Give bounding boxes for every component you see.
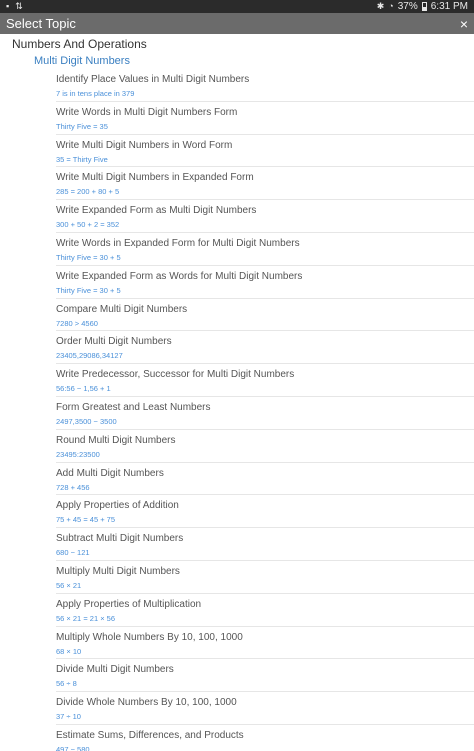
topic-example: 56 × 21 = 21 × 56 xyxy=(56,613,116,623)
topic-example: 2497,3500 − 3500 xyxy=(56,416,117,426)
topic-title: Apply Properties of Multiplication xyxy=(56,598,202,610)
topic-title: Form Greatest and Least Numbers xyxy=(56,401,211,413)
topic-title: Subtract Multi Digit Numbers xyxy=(56,533,184,545)
topic-example: Thirty Five = 35 xyxy=(56,121,108,131)
topic-title: Multiply Multi Digit Numbers xyxy=(56,565,180,577)
topic-item[interactable]: Form Greatest and Least Numbers 2497,3500… xyxy=(56,397,474,430)
topic-example: 75 + 45 = 45 + 75 xyxy=(56,515,116,525)
topic-example: 7 is in tens place in 379 xyxy=(56,89,135,98)
dialog-title: Select Topic xyxy=(6,16,76,31)
status-time: 6:31 PM xyxy=(430,1,468,12)
topic-example: 56 × 21 xyxy=(56,580,82,590)
topic-example: 56 ÷ 8 xyxy=(56,679,77,689)
topic-item[interactable]: Round Multi Digit Numbers 23495:23500 xyxy=(56,430,474,463)
bluetooth-icon: ✱ xyxy=(376,1,385,11)
topic-title: Identify Place Values in Multi Digit Num… xyxy=(56,74,250,85)
topic-title: Write Multi Digit Numbers in Expanded Fo… xyxy=(56,172,254,184)
topic-item[interactable]: Subtract Multi Digit Numbers 680 − 121 xyxy=(56,528,474,561)
topic-example: 23495:23500 xyxy=(56,449,100,459)
topic-item[interactable]: Multiply Whole Numbers By 10, 100, 1000 6… xyxy=(56,627,474,660)
topic-item[interactable]: Apply Properties of Addition 75 + 45 = 45… xyxy=(56,495,474,529)
category-item[interactable]: Numbers And Operations xyxy=(0,36,474,53)
topic-title: Write Words in Multi Digit Numbers Form xyxy=(56,106,238,118)
topic-title: Write Multi Digit Numbers in Word Form xyxy=(56,139,233,151)
topic-item[interactable]: Write Words in Multi Digit Numbers Form T… xyxy=(56,102,474,135)
topic-item[interactable]: Compare Multi Digit Numbers 7280 > 4560 xyxy=(56,299,474,332)
topic-item[interactable]: Order Multi Digit Numbers 23405,29086,341… xyxy=(56,331,474,365)
topic-list[interactable]: Numbers And Operations Multi Digit Numbe… xyxy=(0,34,474,751)
topic-title: Compare Multi Digit Numbers xyxy=(56,303,188,315)
status-bar: ▪ ⇅ ✱ ◔ 37% 6:31 PM xyxy=(0,0,474,13)
topic-title: Write Expanded Form as Multi Digit Numbe… xyxy=(56,205,257,217)
topic-example: 68 × 10 xyxy=(56,646,82,656)
subcategory-item[interactable]: Multi Digit Numbers xyxy=(0,53,474,69)
topic-title: Write Predecessor, Successor for Multi D… xyxy=(56,369,295,381)
topic-item[interactable]: Divide Whole Numbers By 10, 100, 1000 37 … xyxy=(56,692,474,725)
select-topic-dialog: Select Topic × Numbers And Operations Mu… xyxy=(0,13,474,751)
topic-item[interactable]: Write Expanded Form as Words for Multi D… xyxy=(56,266,474,299)
topic-title: Estimate Sums, Differences, and Products xyxy=(56,729,244,741)
battery-icon xyxy=(421,2,427,11)
topic-example: 680 − 121 xyxy=(56,548,90,558)
topic-item[interactable]: Write Words in Expanded Form for Multi D… xyxy=(56,233,474,266)
topic-example: 56:56 − 1,56 + 1 xyxy=(56,384,111,394)
topic-example: 37 ÷ 10 xyxy=(56,712,81,722)
transfer-icon: ⇅ xyxy=(15,1,23,11)
topic-example: 497 − 580 xyxy=(56,744,90,751)
topic-item[interactable]: Add Multi Digit Numbers 728 + 456 xyxy=(56,463,474,496)
topic-example: 7280 > 4560 xyxy=(56,318,98,328)
image-icon: ▪ xyxy=(6,1,10,11)
topic-example: Thirty Five = 30 + 5 xyxy=(56,285,121,295)
topic-item[interactable]: Write Multi Digit Numbers in Expanded Fo… xyxy=(56,167,474,201)
topic-example: Thirty Five = 30 + 5 xyxy=(56,252,121,262)
topic-item[interactable]: Multiply Multi Digit Numbers 56 × 21 xyxy=(56,561,474,594)
status-bar-left: ▪ ⇅ xyxy=(6,2,23,11)
topic-item[interactable]: Write Expanded Form as Multi Digit Numbe… xyxy=(56,200,474,233)
topic-example: 35 = Thirty Five xyxy=(56,154,108,164)
topic-title: Write Expanded Form as Words for Multi D… xyxy=(56,270,303,282)
status-bar-right: ✱ ◔ 37% 6:31 PM xyxy=(377,1,468,12)
topic-item[interactable]: Divide Multi Digit Numbers 56 ÷ 8 xyxy=(56,659,474,693)
battery-percent: 37% xyxy=(397,1,418,12)
topic-title: Divide Multi Digit Numbers xyxy=(56,664,174,676)
dialog-titlebar: Select Topic × xyxy=(0,13,474,34)
topic-item[interactable]: Write Predecessor, Successor for Multi D… xyxy=(56,364,474,397)
topic-items: Identify Place Values in Multi Digit Num… xyxy=(0,69,474,751)
topic-example: 728 + 456 xyxy=(56,482,90,492)
topic-item[interactable]: Write Multi Digit Numbers in Word Form 35… xyxy=(56,135,474,168)
topic-example: 300 + 50 + 2 = 352 xyxy=(56,220,120,230)
close-icon[interactable]: × xyxy=(460,17,468,31)
topic-title: Apply Properties of Addition xyxy=(56,500,179,512)
topic-title: Order Multi Digit Numbers xyxy=(56,336,172,348)
topic-item[interactable]: Apply Properties of Multiplication 56 × 2… xyxy=(56,594,474,627)
topic-item[interactable]: Identify Place Values in Multi Digit Num… xyxy=(56,69,474,102)
topic-title: Multiply Whole Numbers By 10, 100, 1000 xyxy=(56,631,243,643)
topic-example: 285 = 200 + 80 + 5 xyxy=(56,187,120,197)
topic-title: Round Multi Digit Numbers xyxy=(56,434,176,446)
topic-example: 23405,29086,34127 xyxy=(56,351,123,361)
topic-title: Add Multi Digit Numbers xyxy=(56,467,164,479)
topic-title: Write Words in Expanded Form for Multi D… xyxy=(56,237,300,249)
topic-item[interactable]: Estimate Sums, Differences, and Products… xyxy=(56,725,474,751)
wifi-icon: ◔ xyxy=(388,1,394,11)
topic-title: Divide Whole Numbers By 10, 100, 1000 xyxy=(56,697,237,709)
